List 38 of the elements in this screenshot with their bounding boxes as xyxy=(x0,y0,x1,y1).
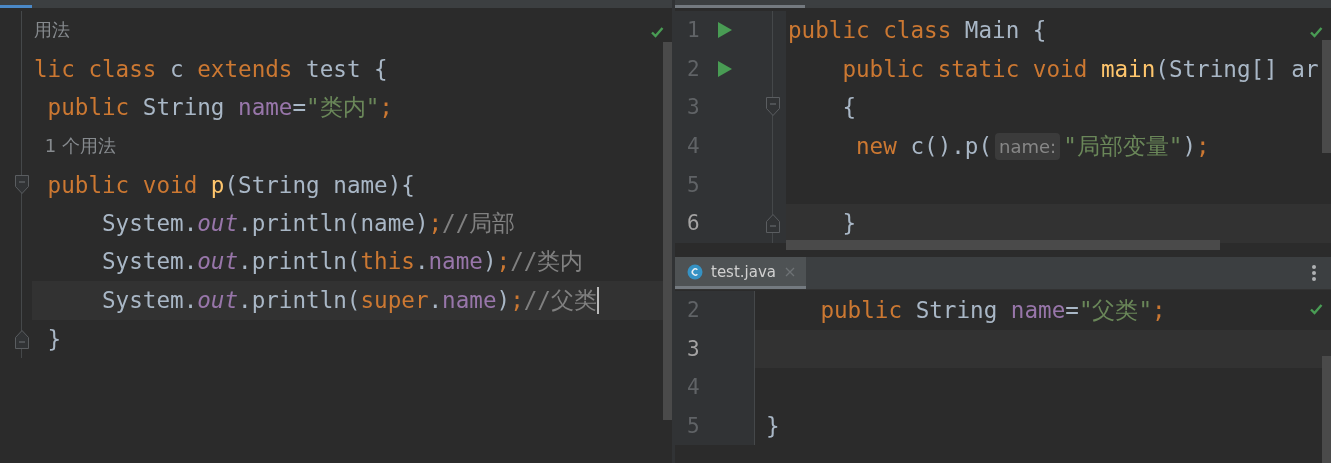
line-number: 3 xyxy=(686,336,701,361)
check-icon xyxy=(1309,25,1323,39)
code-text: } xyxy=(46,326,62,353)
parameter-hint: name: xyxy=(995,132,1061,160)
code-text: } xyxy=(766,413,780,440)
code-text: public String name="父类"; xyxy=(819,295,1166,325)
code-text: new c().p( xyxy=(855,133,993,160)
scrollbar-thumb[interactable] xyxy=(1322,40,1331,153)
code-text: lic class c extends test { xyxy=(34,55,388,82)
usage-hint[interactable]: 用法 xyxy=(34,18,70,43)
code-text: public String name="类内"; xyxy=(46,93,393,122)
scrollbar-thumb[interactable] xyxy=(786,240,1220,250)
code-text: public void p(String name){ xyxy=(46,171,415,198)
class-file-icon xyxy=(687,263,703,280)
check-icon xyxy=(650,25,664,39)
run-icon[interactable] xyxy=(717,59,733,78)
code-text: System.out.println(this.name);//类内 xyxy=(101,247,584,277)
code-text: System.out.println(name);//局部 xyxy=(101,208,516,238)
fold-icon[interactable] xyxy=(765,212,781,235)
code-text: public static void main(String[] ar xyxy=(841,55,1319,82)
more-icon[interactable] xyxy=(1311,264,1317,282)
code-text: public class Main { xyxy=(788,17,1047,44)
code-text: "局部变量"); xyxy=(1063,131,1210,161)
fold-icon[interactable] xyxy=(14,173,30,196)
run-icon[interactable] xyxy=(717,21,733,40)
scrollbar-thumb[interactable] xyxy=(663,42,672,420)
line-number: 6 xyxy=(686,211,701,236)
fold-icon[interactable] xyxy=(14,328,30,351)
check-icon xyxy=(1309,302,1323,316)
close-icon[interactable] xyxy=(784,265,796,278)
code-text: { xyxy=(841,94,856,121)
editor-tab[interactable]: test.java xyxy=(675,257,806,289)
tab-indicator xyxy=(0,5,32,8)
code-text: } xyxy=(841,210,856,237)
code-text: System.out.println(super.name);//父类 xyxy=(101,285,597,315)
fold-icon[interactable] xyxy=(765,96,781,119)
scrollbar-thumb[interactable] xyxy=(1322,356,1331,463)
usage-hint[interactable]: 1 个用法 xyxy=(44,134,116,159)
